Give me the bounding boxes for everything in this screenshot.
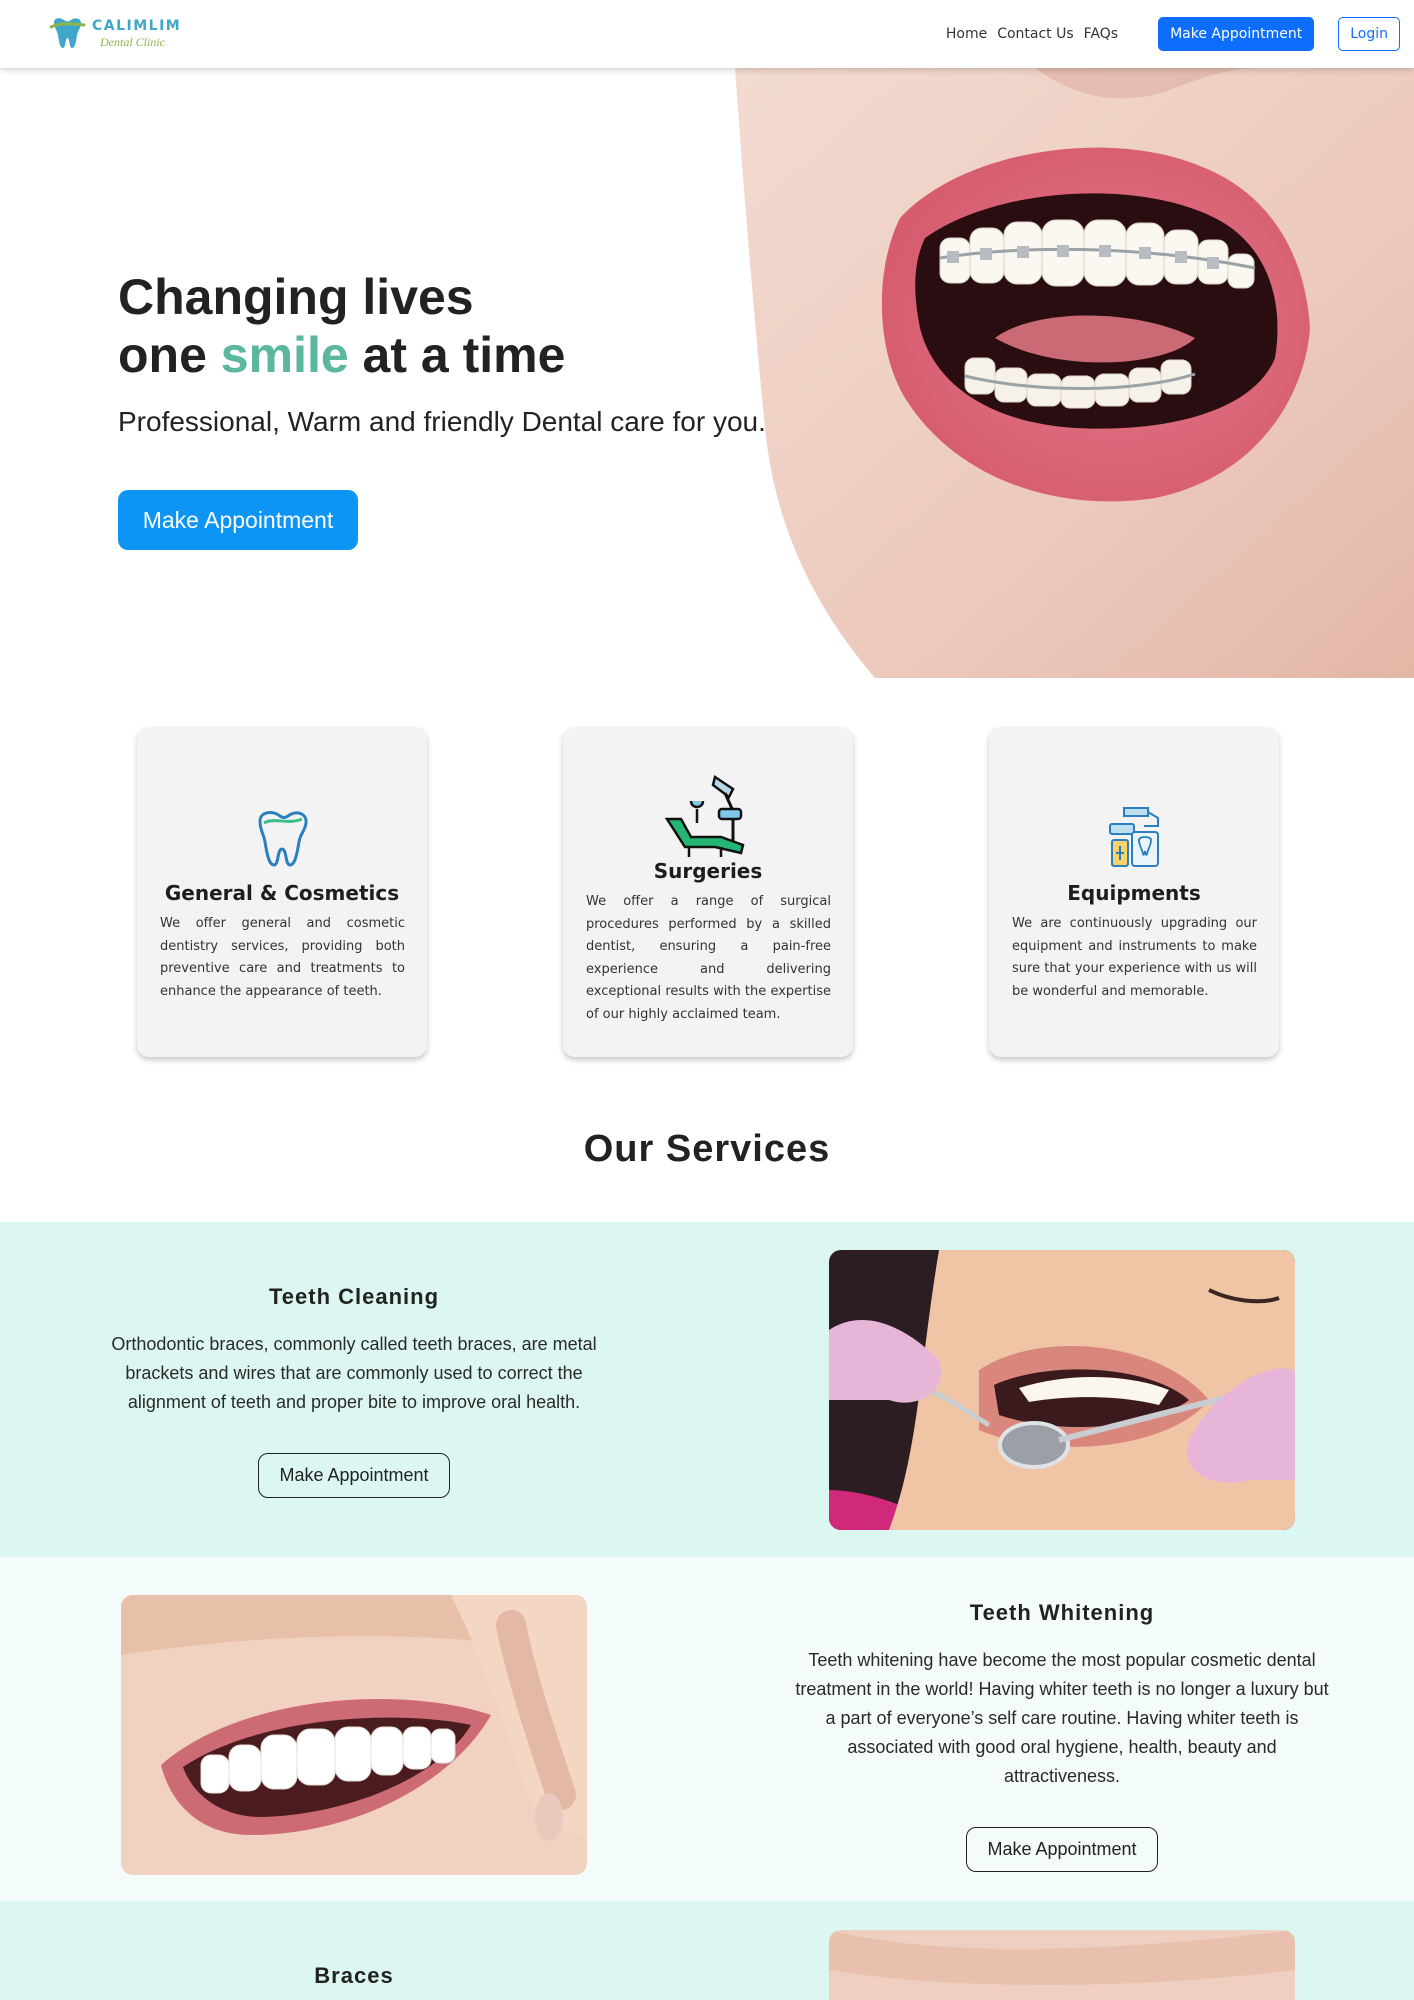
feature-surgeries-title: Surgeries bbox=[653, 859, 763, 883]
feature-equipments-text: We are continuously upgrading our equipm… bbox=[1012, 916, 1257, 999]
navbar: CALIMLIM Dental Clinic Home Contact Us F… bbox=[0, 0, 1414, 68]
hero-title-before: one bbox=[118, 327, 221, 383]
hero-subtitle: Professional, Warm and friendly Dental c… bbox=[118, 406, 766, 437]
nav-login-button[interactable]: Login bbox=[1338, 17, 1400, 51]
feature-card-equipments: Equipments We are continuously upgrading… bbox=[989, 727, 1279, 1057]
hero-title-line1: Changing lives bbox=[118, 269, 474, 325]
dental-chair-icon bbox=[664, 774, 745, 857]
brand-tagline: Dental Clinic bbox=[100, 34, 165, 49]
service-teeth-cleaning-appointment-button[interactable]: Make Appointment bbox=[258, 1453, 450, 1498]
services-heading: Our Services bbox=[583, 1128, 831, 1170]
feature-general-title: General & Cosmetics bbox=[164, 881, 400, 905]
service-braces-title: Braces bbox=[314, 1963, 394, 1988]
tooth-icon bbox=[258, 811, 308, 867]
service-teeth-cleaning: Teeth Cleaning Orthodontic braces, commo… bbox=[0, 1222, 1414, 1557]
braces-photo bbox=[829, 1930, 1295, 2000]
feature-equipments-title: Equipments bbox=[1067, 881, 1201, 905]
brand-name: CALIMLIM bbox=[92, 17, 182, 34]
feature-card-general: General & Cosmetics We offer general and… bbox=[137, 727, 427, 1057]
service-teeth-cleaning-title: Teeth Cleaning bbox=[268, 1284, 440, 1309]
service-teeth-cleaning-description: Orthodontic braces, commonly called teet… bbox=[111, 1334, 597, 1412]
hero-smile-photo bbox=[735, 68, 1414, 678]
service-braces: Braces bbox=[0, 1901, 1414, 2000]
nav-links: Home Contact Us FAQs Make Appointment Lo… bbox=[946, 0, 1400, 68]
nav-faqs-link[interactable]: FAQs bbox=[1084, 26, 1118, 42]
brand-logo[interactable]: CALIMLIM Dental Clinic bbox=[48, 16, 181, 50]
nav-make-appointment-button[interactable]: Make Appointment bbox=[1158, 17, 1315, 51]
feature-surgeries-text: We offer a range of surgical procedures … bbox=[586, 894, 831, 1022]
hero-make-appointment-button[interactable]: Make Appointment bbox=[118, 490, 358, 550]
feature-general-text: We offer general and cosmetic dentistry … bbox=[160, 916, 405, 999]
service-teeth-whitening-title: Teeth Whitening bbox=[969, 1600, 1155, 1625]
hero-title: Changing lives one smile at a time bbox=[118, 268, 565, 384]
nav-home-link[interactable]: Home bbox=[946, 26, 987, 42]
dental-equipment-icon bbox=[1109, 807, 1159, 867]
feature-card-surgeries: Surgeries We offer a range of surgical p… bbox=[563, 727, 853, 1057]
teeth-whitening-photo bbox=[121, 1595, 587, 1875]
tooth-logo-icon bbox=[49, 18, 86, 48]
hero-title-after: at a time bbox=[348, 327, 566, 383]
hero-title-highlight: smile bbox=[220, 327, 349, 383]
teeth-cleaning-photo bbox=[829, 1250, 1295, 1530]
nav-contact-link[interactable]: Contact Us bbox=[997, 26, 1073, 42]
service-teeth-whitening-appointment-button[interactable]: Make Appointment bbox=[966, 1827, 1158, 1872]
service-teeth-whitening-description: Teeth whitening have become the most pop… bbox=[795, 1650, 1329, 1786]
service-teeth-whitening: Teeth Whitening Teeth whitening have bec… bbox=[0, 1557, 1414, 1901]
